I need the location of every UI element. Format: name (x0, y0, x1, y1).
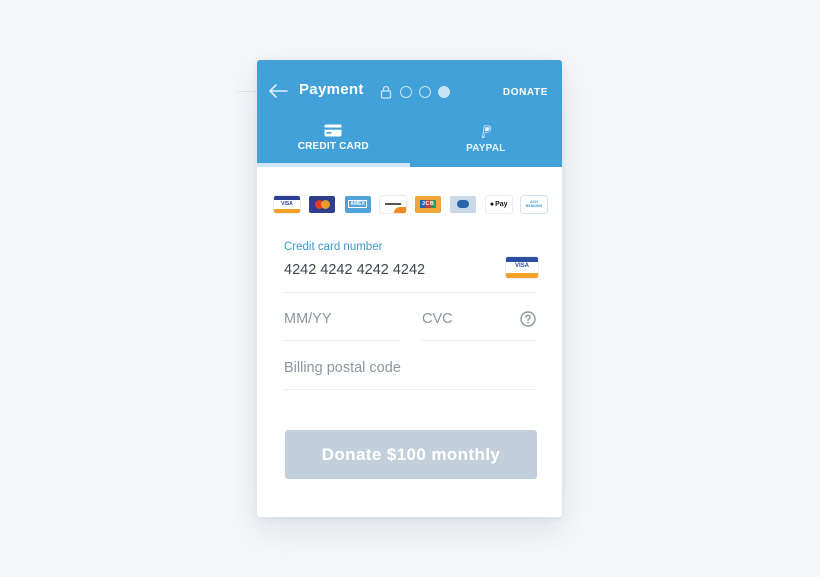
card-brand-text: VISA (514, 263, 529, 269)
back-button[interactable] (267, 81, 289, 101)
accepted-cards-row: VISA AMEX JCB ● Pay ACH BANKING (274, 195, 547, 213)
expiry-input[interactable]: MM/YY (284, 311, 332, 327)
active-tab-indicator (257, 163, 410, 167)
cvc-input[interactable]: CVC (422, 311, 453, 327)
tab-label: PAYPAL (466, 143, 506, 154)
credit-card-icon (324, 124, 342, 137)
visa-logo-text: VISA (281, 201, 293, 207)
donate-link[interactable]: DONATE (503, 87, 548, 98)
diners-logo (450, 195, 477, 213)
divider (284, 389, 537, 390)
payment-card: Payment DONATE CREDIT CARD PAYPAL VISA A… (257, 60, 562, 517)
jcb-logo: JCB (415, 195, 442, 213)
apple-pay-logo-text: Pay (495, 200, 508, 208)
step-dot (400, 86, 412, 98)
page: Payment DONATE CREDIT CARD PAYPAL VISA A… (0, 0, 820, 577)
apple-pay-logo: ● Pay (485, 195, 512, 213)
tab-paypal[interactable]: PAYPAL (410, 120, 563, 167)
payment-method-tabs: CREDIT CARD PAYPAL (257, 120, 562, 167)
payment-header: Payment DONATE CREDIT CARD PAYPAL (257, 60, 562, 167)
tab-credit-card[interactable]: CREDIT CARD (257, 120, 410, 167)
paypal-icon (481, 125, 491, 138)
background-line (238, 91, 258, 92)
lock-icon (380, 85, 392, 99)
card-number-label: Credit card number (284, 241, 383, 253)
card-number-input[interactable]: 4242 4242 4242 4242 (284, 262, 425, 278)
discover-logo (379, 195, 406, 213)
step-dot (419, 86, 431, 98)
mastercard-logo (309, 195, 336, 213)
amex-logo-text: AMEX (348, 200, 367, 208)
tab-label: CREDIT CARD (297, 141, 369, 152)
amex-logo: AMEX (344, 195, 371, 213)
step-dot-current (438, 86, 450, 98)
visa-logo: VISA (274, 195, 300, 213)
step-indicator (400, 86, 450, 98)
jcb-logo-text: JCB (419, 200, 437, 208)
arrow-left-icon (269, 84, 288, 98)
apple-icon: ● (489, 200, 495, 208)
ach-logo-text: ACH BANKING (525, 200, 543, 208)
divider (422, 340, 537, 341)
divider (284, 292, 537, 293)
donate-submit-button[interactable]: Donate $100 monthly (285, 430, 537, 479)
divider (284, 340, 400, 341)
card-brand-visa-logo: VISA (506, 257, 538, 278)
ach-banking-logo: ACH BANKING (520, 195, 547, 213)
page-title: Payment (299, 81, 364, 98)
postal-code-input[interactable]: Billing postal code (284, 360, 401, 376)
help-icon[interactable] (520, 311, 536, 327)
